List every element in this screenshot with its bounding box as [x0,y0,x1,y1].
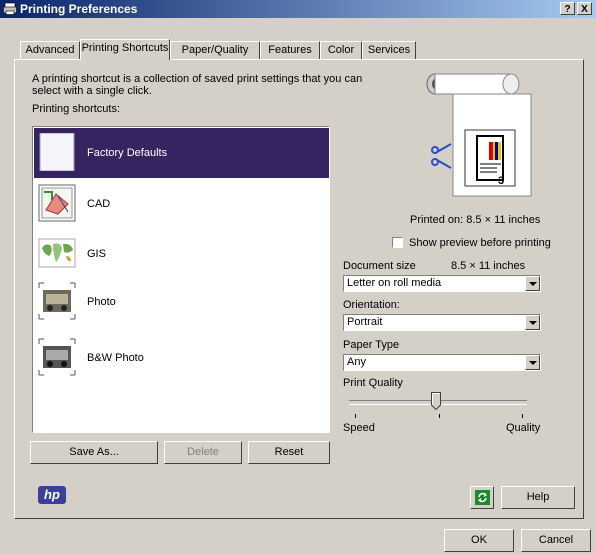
bw-photo-icon [38,338,76,376]
list-item-gis[interactable]: GIS [34,229,329,279]
paper-type-select[interactable]: Any [343,354,541,371]
chevron-down-icon[interactable] [525,276,540,291]
shortcut-label: GIS [87,248,106,260]
close-button[interactable]: X [577,2,592,15]
world-map-icon [38,238,76,268]
reset-button[interactable]: Reset [248,441,330,464]
quality-slider-thumb[interactable] [431,392,441,410]
paper-type-value: Any [347,356,366,368]
list-item-photo[interactable]: Photo [34,277,329,327]
title-bar: Printing Preferences ? X [0,0,596,18]
shortcuts-label: Printing shortcuts: [32,103,121,115]
document-size-dimension: 8.5 × 11 inches [451,260,526,272]
speed-label: Speed [343,422,375,434]
roll-printer-preview-icon: 3 [426,73,532,197]
orientation-select[interactable]: Portrait [343,314,541,331]
list-item-factory-defaults[interactable]: Factory Defaults [34,128,329,178]
slider-tick [439,414,440,418]
chevron-down-icon[interactable] [525,315,540,330]
refresh-button[interactable] [470,486,494,509]
shortcut-description: A printing shortcut is a collection of s… [32,73,363,97]
delete-button[interactable]: Delete [164,441,242,464]
printing-preferences-dialog: Printing Preferences ? X Advanced Printi… [0,0,596,554]
orientation-label: Orientation: [343,299,400,311]
photo-icon [38,282,76,320]
tab-color[interactable]: Color [320,41,362,59]
list-item-bw-photo[interactable]: B&W Photo [34,333,329,383]
slider-tick [355,414,356,418]
help-button[interactable]: Help [501,486,575,509]
tab-paper-quality[interactable]: Paper/Quality [170,41,260,59]
slider-tick [522,414,523,418]
quality-label: Quality [506,422,541,434]
list-item-cad[interactable]: CAD [34,179,329,229]
save-as-button[interactable]: Save As... [30,441,158,464]
refresh-icon [475,490,490,505]
shortcut-label: Factory Defaults [87,147,168,159]
tab-features[interactable]: Features [260,41,320,59]
cancel-button[interactable]: Cancel [521,529,591,552]
printed-on-text: Printed on: 8.5 × 11 inches [410,214,541,226]
show-preview-checkbox[interactable] [392,237,403,248]
printer-icon [3,2,17,15]
tab-advanced[interactable]: Advanced [20,41,80,59]
show-preview-label: Show preview before printing [409,237,551,249]
shortcut-label: B&W Photo [87,352,144,364]
orientation-value: Portrait [347,316,383,328]
shortcut-label: Photo [87,296,116,308]
print-quality-label: Print Quality [343,377,403,389]
hp-logo: hp [38,486,66,504]
shortcut-label: CAD [87,198,111,210]
chevron-down-icon[interactable] [525,355,540,370]
document-size-select[interactable]: Letter on roll media [343,275,541,292]
cad-drawing-icon [38,184,76,222]
ok-button[interactable]: OK [444,529,514,552]
window-title: Printing Preferences [20,2,138,16]
shortcut-list[interactable]: Factory Defaults CAD GIS Photo B&W Photo [32,126,330,433]
paper-type-label: Paper Type [343,339,400,351]
tab-printing-shortcuts[interactable]: Printing Shortcuts [80,39,170,60]
tab-services[interactable]: Services [362,41,416,59]
scissors-icon [431,143,452,169]
help-title-button[interactable]: ? [560,2,575,15]
document-size-label: Document size [343,260,416,272]
blank-page-icon [39,133,75,171]
svg-text:3: 3 [498,175,504,187]
document-size-value: Letter on roll media [347,277,442,289]
